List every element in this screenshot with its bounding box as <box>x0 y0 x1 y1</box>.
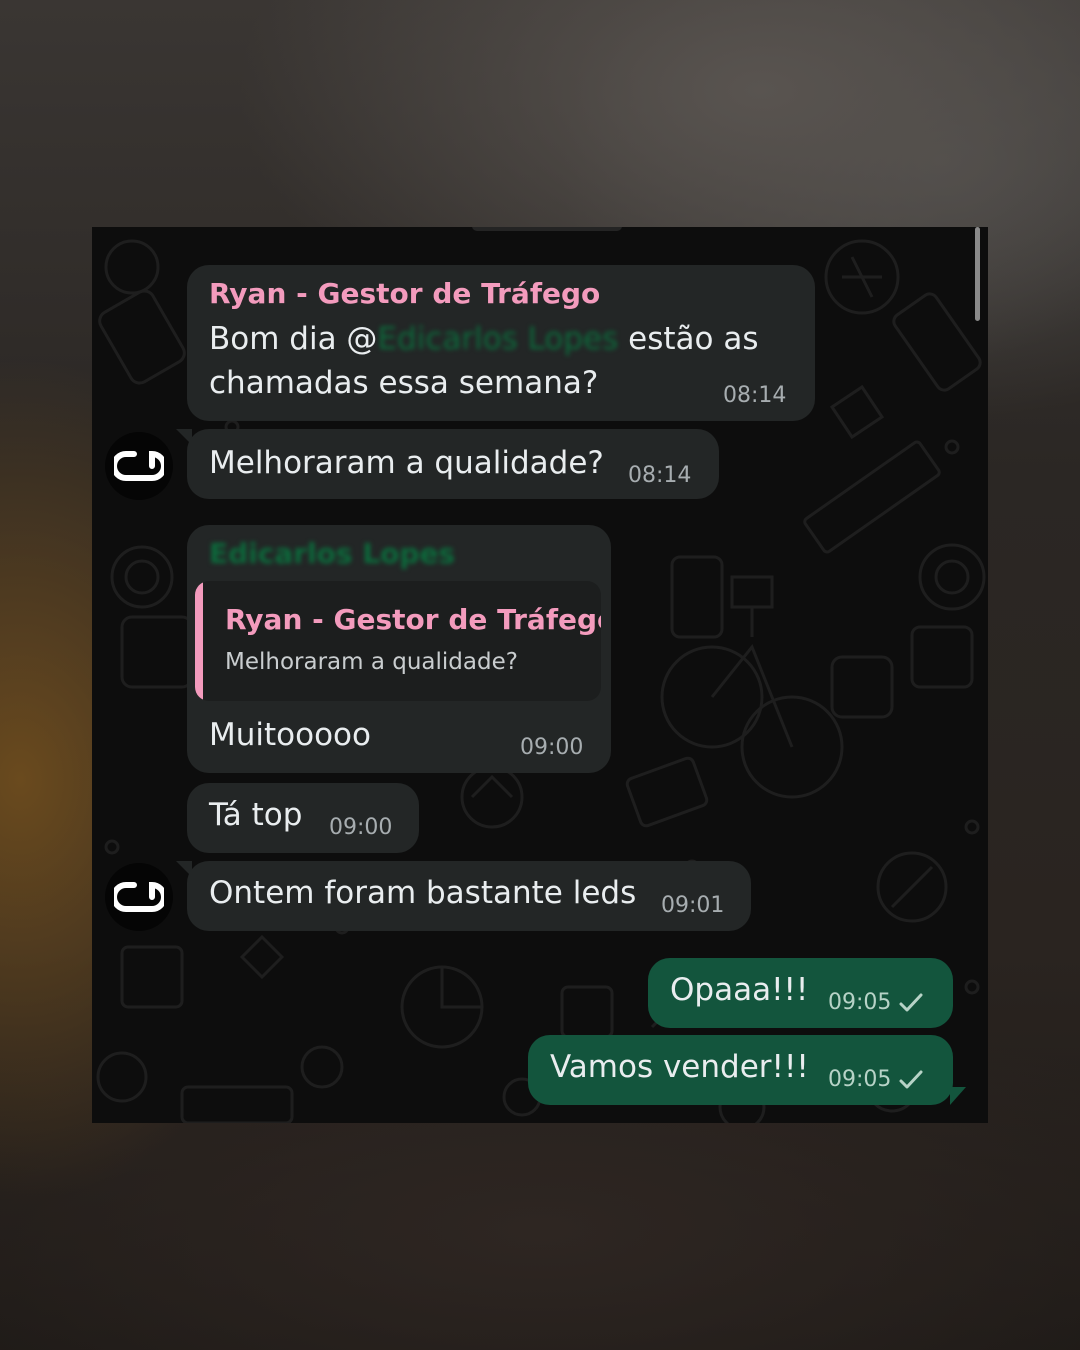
message-text: Opaaa!!! <box>670 972 809 1008</box>
message-bubble-4[interactable]: Tá top 09:00 <box>187 783 419 853</box>
message-time: 09:05 <box>828 1067 892 1092</box>
message-bubble-3[interactable]: Edicarlos Lopes Ryan - Gestor de Tráfego… <box>187 525 611 773</box>
chat-panel: Ryan - Gestor de Tráfego Bom dia @Edicar… <box>92 227 988 1123</box>
message-bubble-6[interactable]: Opaaa!!! 09:05 <box>648 958 953 1028</box>
message-text: Tá top <box>209 797 303 833</box>
bubble-tail <box>950 1087 966 1105</box>
message-bubble-7[interactable]: Vamos vender!!! 09:05 <box>528 1035 953 1105</box>
message-bubble-5[interactable]: Ontem foram bastante leds 09:01 <box>187 861 751 931</box>
quote-bar <box>195 581 203 701</box>
quoted-message[interactable]: Ryan - Gestor de Tráfego Melhoraram a qu… <box>195 581 601 701</box>
single-check-icon <box>899 1070 923 1089</box>
sender-name[interactable]: Ryan - Gestor de Tráfego <box>209 277 600 310</box>
avatar-logo-icon <box>114 450 164 481</box>
message-time: 08:14 <box>628 463 692 488</box>
sender-name[interactable]: Edicarlos Lopes <box>209 537 455 570</box>
message-text-part: estão as <box>618 321 759 357</box>
message-bubble-1[interactable]: Ryan - Gestor de Tráfego Bom dia @Edicar… <box>187 265 815 421</box>
message-text: Melhoraram a qualidade? <box>209 445 604 481</box>
message-text-part: Bom dia @ <box>209 321 378 357</box>
message-text-line-2: chamadas essa semana? <box>209 365 599 401</box>
quoted-sender: Ryan - Gestor de Tráfego <box>225 603 601 636</box>
message-bubble-2[interactable]: Melhoraram a qualidade? 08:14 <box>187 429 719 499</box>
message-text: Vamos vender!!! <box>550 1049 809 1085</box>
quoted-text: Melhoraram a qualidade? <box>225 649 518 675</box>
scrollbar[interactable] <box>975 227 980 321</box>
message-text: Muitooooo <box>209 717 371 753</box>
avatar[interactable] <box>105 432 173 500</box>
single-check-icon <box>899 993 923 1012</box>
message-text: Ontem foram bastante leds <box>209 875 637 911</box>
previous-message-edge <box>472 227 622 231</box>
message-time: 08:14 <box>723 383 787 408</box>
message-text: Bom dia @Edicarlos Lopes estão as <box>209 317 758 361</box>
message-time: 09:05 <box>828 990 892 1015</box>
avatar[interactable] <box>105 863 173 931</box>
message-time: 09:01 <box>661 893 725 918</box>
message-time: 09:00 <box>520 735 584 760</box>
avatar-logo-icon <box>114 881 164 912</box>
blurred-mention[interactable]: Edicarlos Lopes <box>377 321 618 357</box>
message-time: 09:00 <box>329 815 393 840</box>
